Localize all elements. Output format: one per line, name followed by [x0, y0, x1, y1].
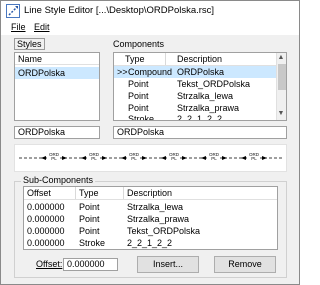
menu-bar: File Edit [1, 21, 299, 35]
component-type: Point [128, 91, 149, 101]
scroll-down-arrow-icon[interactable]: ▼ [276, 109, 286, 119]
subcomponent-type: Point [79, 202, 100, 212]
preview-glyph: ORD PL [168, 152, 180, 161]
menu-file[interactable]: File [11, 22, 26, 32]
component-type: Compound [128, 67, 173, 77]
subcomponent-description: 2_2_1_2_2 [127, 238, 173, 248]
subcomponent-offset: 0.000000 [27, 214, 65, 224]
styles-name-header[interactable]: Name [15, 53, 99, 65]
offset-label-text: Offset: [36, 259, 63, 269]
subcomponents-type-header[interactable]: Type [76, 187, 124, 199]
component-description-field[interactable]: ORDPolska [113, 126, 287, 139]
style-name-field[interactable]: ORDPolska [14, 126, 100, 139]
components-row[interactable]: Stroke 2_2_1_2_2 [114, 113, 277, 121]
subcomponent-description: Strzalka_prawa [127, 214, 190, 224]
styles-list[interactable]: Name ORDPolska [14, 52, 100, 121]
components-row[interactable]: >> Compound ORDPolska [114, 66, 277, 78]
menu-file-label: File [11, 22, 26, 32]
line-style-preview: ORD PL ORD PL ORD PL ORD PL ORD PL ORD PL [14, 144, 287, 172]
components-type-header[interactable]: Type [122, 53, 174, 65]
components-scrollbar[interactable]: ▲ ▼ [276, 53, 286, 120]
subcomponent-offset: 0.000000 [27, 202, 65, 212]
subcomponents-offset-header[interactable]: Offset [24, 187, 76, 199]
title-bar: Line Style Editor [...\Desktop\ORDPolska… [1, 1, 299, 21]
components-row[interactable]: Point Strzalka_lewa [114, 90, 277, 102]
styles-tab[interactable]: Styles [14, 38, 45, 50]
subcomponents-row[interactable]: 0.000000 Point Strzalka_prawa [24, 213, 277, 225]
preview-glyph: ORD PL [88, 152, 100, 161]
components-list[interactable]: Type Description >> Compound ORDPolska P… [113, 52, 287, 121]
component-type: Stroke [128, 114, 155, 121]
subcomponents-description-header[interactable]: Description [124, 187, 277, 199]
menu-edit-label: Edit [34, 22, 50, 32]
subcomponent-type: Stroke [79, 238, 106, 248]
component-description: Strzalka_lewa [177, 91, 234, 101]
subcomponent-description: Tekst_ORDPolska [127, 226, 201, 236]
line-style-icon [6, 4, 20, 18]
subcomponent-type: Point [79, 214, 100, 224]
preview-glyph: ORD PL [128, 152, 140, 161]
offset-label: Offset: [36, 259, 62, 269]
scroll-thumb[interactable] [278, 64, 286, 90]
subcomponents-row[interactable]: 0.000000 Point Tekst_ORDPolska [24, 225, 277, 237]
remove-button[interactable]: Remove [214, 256, 276, 273]
subcomponent-description: Strzalka_lewa [127, 202, 184, 212]
component-description: ORDPolska [177, 67, 225, 77]
components-row[interactable]: Point Tekst_ORDPolska [114, 78, 277, 90]
scroll-up-arrow-icon[interactable]: ▲ [276, 53, 286, 63]
component-description: 2_2_1_2_2 [177, 114, 223, 121]
preview-glyph: ORD PL [48, 152, 60, 161]
styles-item-name: ORDPolska [18, 68, 66, 78]
component-type: Point [128, 79, 149, 89]
components-label: Components [113, 39, 165, 49]
components-description-header[interactable]: Description [174, 53, 278, 65]
subcomponents-label: Sub-Components [21, 175, 96, 185]
offset-field[interactable]: 0.000000 [63, 258, 118, 271]
subcomponents-header-divider [24, 199, 277, 200]
subcomponents-list[interactable]: Offset Type Description 0.000000 Point S… [23, 186, 278, 250]
subcomponents-row[interactable]: 0.000000 Stroke 2_2_1_2_2 [24, 237, 277, 249]
styles-list-item[interactable]: ORDPolska [15, 67, 99, 79]
subcomponent-offset: 0.000000 [27, 238, 65, 248]
preview-glyph: ORD PL [208, 152, 220, 161]
window-title: Line Style Editor [...\Desktop\ORDPolska… [24, 5, 215, 16]
component-description: Tekst_ORDPolska [177, 79, 251, 89]
preview-glyph: ORD PL [248, 152, 260, 161]
insert-button[interactable]: Insert... [137, 256, 199, 273]
line-style-editor-window: Line Style Editor [...\Desktop\ORDPolska… [0, 0, 300, 285]
subcomponent-type: Point [79, 226, 100, 236]
menu-edit[interactable]: Edit [34, 22, 50, 32]
subcomponent-offset: 0.000000 [27, 226, 65, 236]
subcomponents-row[interactable]: 0.000000 Point Strzalka_lewa [24, 201, 277, 213]
